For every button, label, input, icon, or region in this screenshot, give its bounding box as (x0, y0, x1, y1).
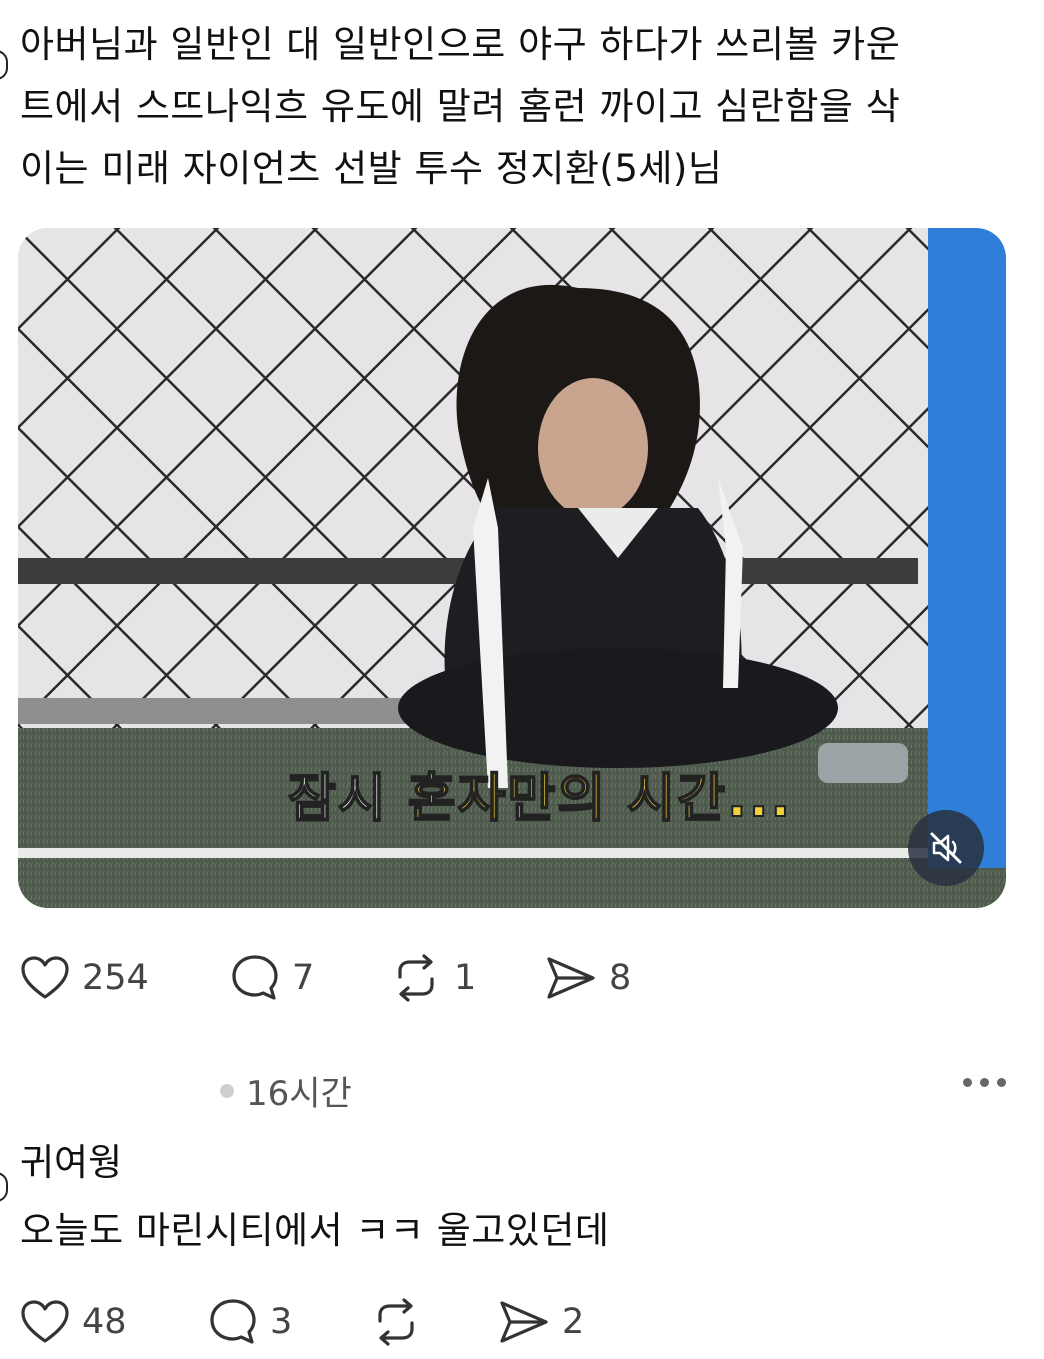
send-icon (547, 957, 595, 999)
reply-timestamp: 16시간 (246, 1074, 352, 1114)
mute-toggle-button[interactable] (908, 810, 984, 886)
share-count: 8 (609, 958, 632, 998)
post-text: 아버님과 일반인 대 일반인으로 야구 하다가 쓰리볼 카운 트에서 스뜨나익흐… (20, 23, 901, 190)
heart-icon (21, 956, 69, 999)
send-icon (500, 1301, 548, 1343)
post-video[interactable]: 잠시 혼자만의 시간... (18, 228, 1006, 908)
reply-share-button[interactable]: 2 (498, 1299, 584, 1345)
repost-button[interactable]: 1 (390, 953, 476, 1003)
reply-repost-button[interactable] (370, 1297, 434, 1347)
reply-button[interactable]: 7 (230, 953, 314, 1003)
speaker-muted-icon (930, 832, 962, 864)
thread-connector (0, 50, 8, 80)
reply-actions: 48 3 2 (20, 1294, 720, 1350)
share-button[interactable]: 8 (545, 955, 631, 1001)
like-count: 254 (82, 958, 149, 998)
reply-share-count: 2 (562, 1302, 585, 1342)
reply-like-count: 48 (82, 1302, 127, 1342)
more-options-icon[interactable] (963, 1078, 1006, 1087)
comment-icon (210, 1299, 256, 1344)
dot (963, 1078, 972, 1087)
reply-body: 오늘도 마린시티에서 ㅋㅋ 울고있던데 (20, 1209, 610, 1252)
reply-comment-button[interactable]: 3 (208, 1297, 292, 1347)
avatar[interactable] (220, 1083, 234, 1098)
repost-icon (378, 1298, 414, 1346)
repost-count: 1 (454, 958, 477, 998)
reply-comment-count: 3 (270, 1302, 293, 1342)
reply-like-button[interactable]: 48 (20, 1299, 127, 1345)
subtitle-part-yellow: 혼자만의 시간... (407, 768, 793, 830)
subtitle-part-white: 잠시 (287, 768, 408, 830)
reply-count: 7 (292, 958, 315, 998)
repost-icon (398, 954, 434, 1002)
reply-meta: 16시간 (220, 1066, 352, 1115)
dot (997, 1078, 1006, 1087)
heart-icon (21, 1300, 69, 1343)
post-actions: 254 7 1 8 (20, 950, 720, 1006)
thread-connector (0, 1172, 8, 1202)
like-button[interactable]: 254 (20, 955, 149, 1001)
video-subtitle: 잠시 혼자만의 시간... (287, 756, 793, 831)
reply-title: 귀여웡 (20, 1141, 123, 1184)
comment-icon (232, 955, 278, 1000)
dot (980, 1078, 989, 1087)
